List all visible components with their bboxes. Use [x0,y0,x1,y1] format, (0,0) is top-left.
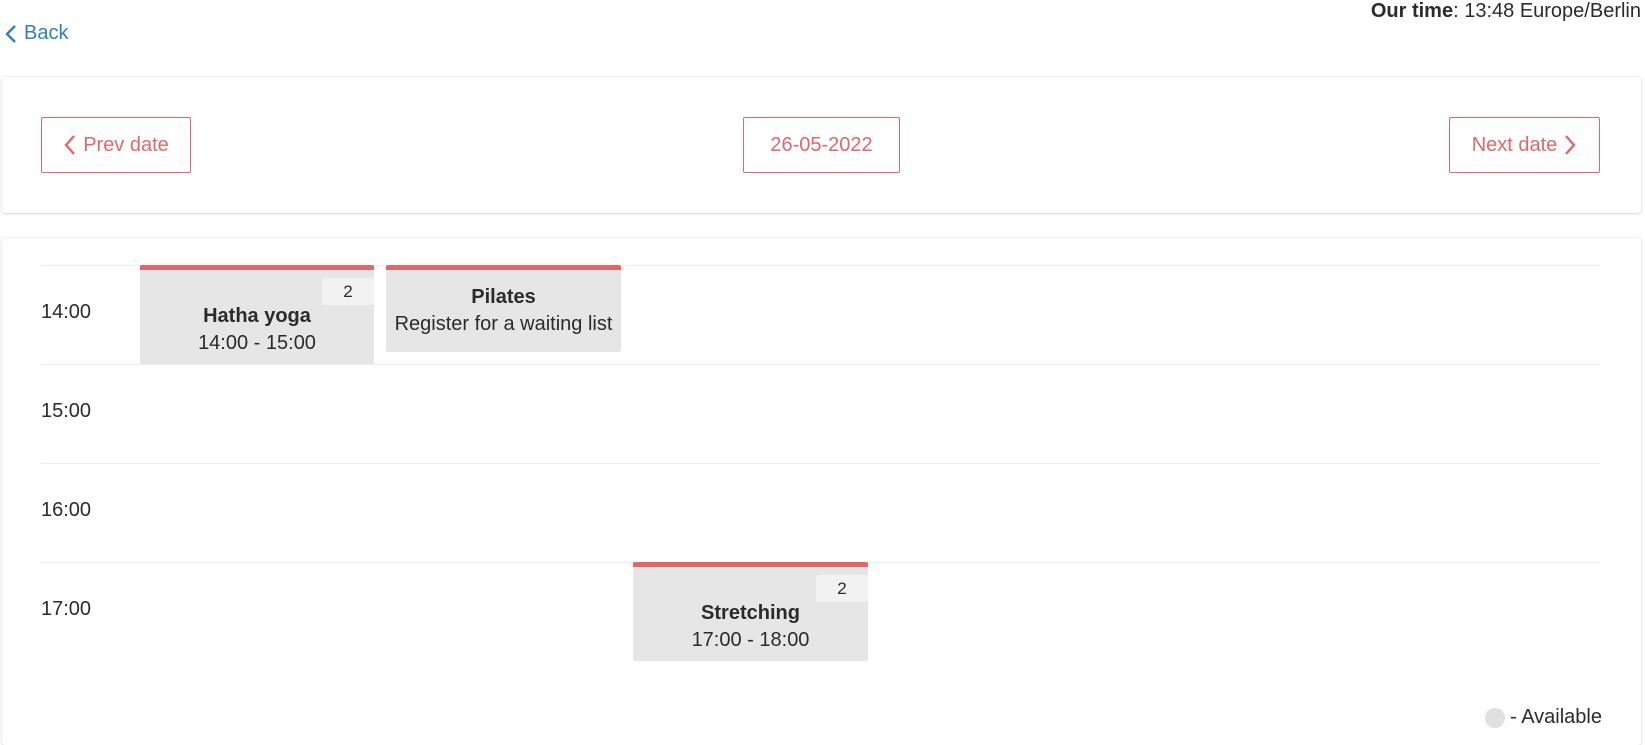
event-waitlist-text: Register for a waiting list [394,313,613,335]
event-title: Pilates [471,286,536,308]
date-navigation: Prev date 26-05-2022 Next date [2,77,1641,213]
current-time: Our time: 13:48 Europe/Berlin [1371,0,1641,23]
event-card-pilates[interactable]: Pilates Register for a waiting list [386,265,621,352]
chevron-left-icon [5,24,16,43]
schedule-page: Back Our time: 13:48 Europe/Berlin Prev … [0,0,1645,745]
current-date-label: 26-05-2022 [770,133,873,156]
event-card-hatha-yoga[interactable]: 2 Hatha yoga 14:00 - 15:00 [140,265,374,364]
legend: - Available [1485,706,1602,729]
hour-label: 14:00 [41,301,92,323]
event-time: 14:00 - 15:00 [198,332,316,354]
event-title: Hatha yoga [203,305,311,327]
event-card-stretching[interactable]: 2 Stretching 17:00 - 18:00 [633,562,868,661]
legend-label: - Available [1510,706,1602,728]
hour-label: 16:00 [41,499,92,521]
prev-date-button[interactable]: Prev date [41,117,191,173]
event-title: Stretching [701,602,800,624]
time-value: : 13:48 Europe/Berlin [1453,0,1641,22]
next-date-button[interactable]: Next date [1449,117,1600,173]
schedule-grid: 14:00 15:00 16:00 17:00 2 Hatha yoga 14:… [2,238,1641,745]
spots-badge: 2 [322,278,374,305]
hour-divider [41,463,1600,464]
available-dot-icon [1485,707,1506,728]
spots-badge: 2 [816,575,868,602]
back-label: Back [24,22,69,44]
hour-divider [41,364,1600,365]
back-link[interactable]: Back [4,22,68,45]
chevron-right-icon [1565,135,1576,155]
hour-label: 15:00 [41,400,92,422]
prev-date-label: Prev date [83,133,169,156]
chevron-left-icon [64,135,76,155]
current-date-button[interactable]: 26-05-2022 [743,117,900,173]
time-label: Our time [1370,0,1454,22]
event-time: 17:00 - 18:00 [691,629,810,651]
hour-label: 17:00 [41,598,92,620]
next-date-label: Next date [1471,133,1558,156]
